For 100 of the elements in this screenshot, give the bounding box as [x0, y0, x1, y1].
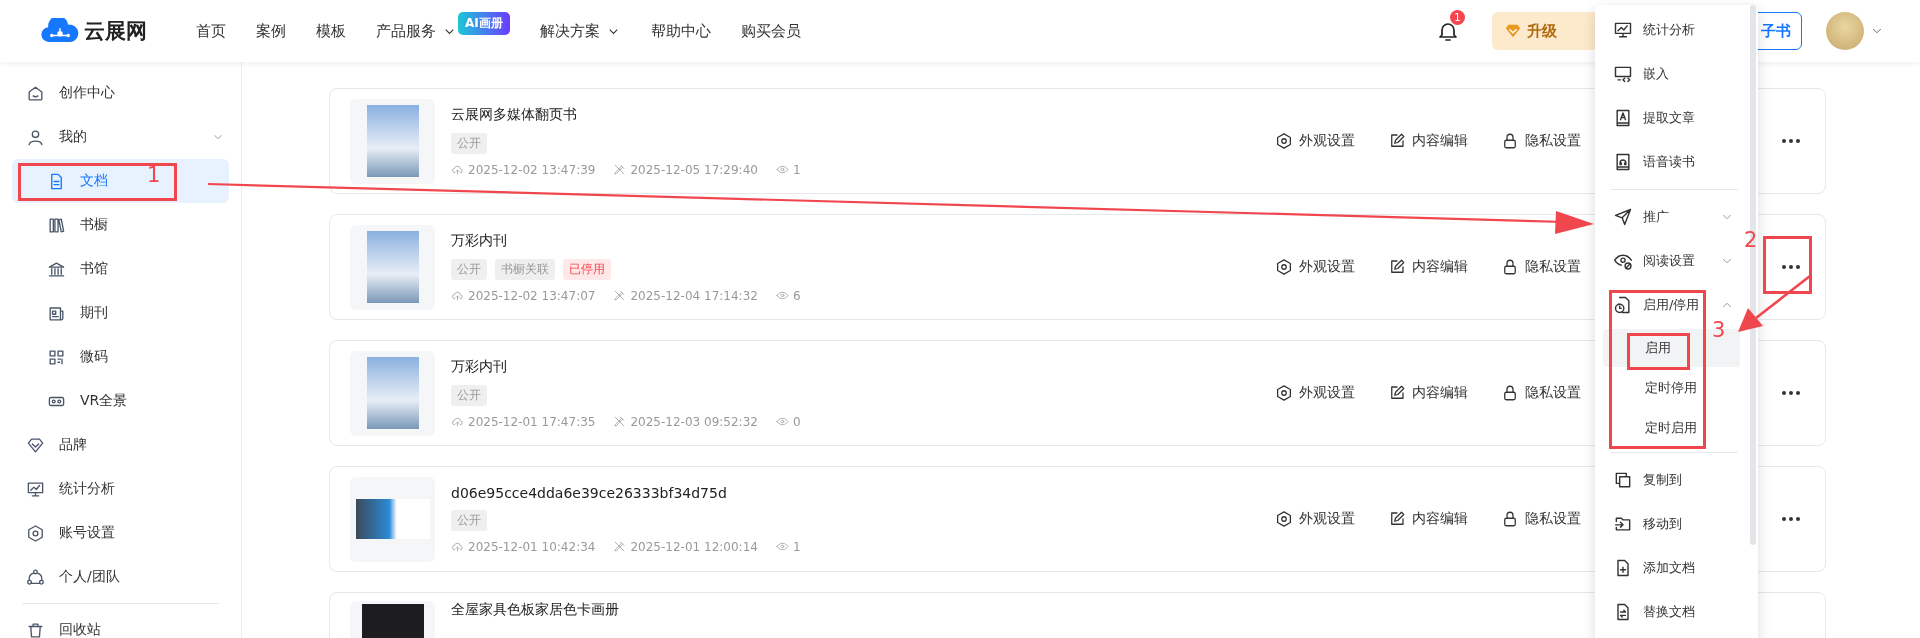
- sidebar-icon: [47, 347, 66, 367]
- cloud-logo-icon: [40, 18, 80, 44]
- action-link[interactable]: 隐私设置: [1501, 510, 1581, 528]
- sidebar-icon: [26, 83, 45, 103]
- action-link[interactable]: 内容编辑: [1388, 258, 1468, 276]
- sidebar-item[interactable]: 创作中心: [12, 71, 229, 115]
- action-link[interactable]: 内容编辑: [1388, 384, 1468, 402]
- eye-icon: [775, 415, 789, 428]
- cover-placeholder: [366, 105, 419, 177]
- nav-link[interactable]: 帮助中心: [650, 21, 711, 41]
- action-link[interactable]: 内容编辑: [1388, 132, 1468, 150]
- action-link[interactable]: 隐私设置: [1501, 384, 1581, 402]
- sidebar-item[interactable]: 期刊: [12, 291, 229, 335]
- action-link[interactable]: 外观设置: [1275, 510, 1355, 528]
- sidebar-item[interactable]: 账号设置: [12, 511, 229, 555]
- upload-cloud-icon: [451, 163, 464, 176]
- menu-icon: [1613, 470, 1633, 490]
- action-link[interactable]: 外观设置: [1275, 258, 1355, 276]
- pencil-icon: [613, 415, 627, 428]
- menu-item[interactable]: 嵌入: [1595, 52, 1758, 96]
- logo-text[interactable]: 云展网: [84, 17, 147, 45]
- upload-cloud-icon: [451, 540, 464, 553]
- action-link[interactable]: 隐私设置: [1501, 258, 1581, 276]
- status-tag: 公开: [451, 384, 487, 406]
- nav-link[interactable]: 模板: [316, 21, 346, 41]
- notification-count: 1: [1450, 10, 1465, 25]
- menu-item[interactable]: 语音读书: [1595, 140, 1758, 184]
- hexagon-icon: [1275, 258, 1293, 276]
- hexagon-icon: [1275, 384, 1293, 402]
- sidebar-item[interactable]: 我的: [12, 115, 229, 159]
- menu-icon: [1613, 108, 1633, 128]
- document-title[interactable]: d06e95cce4dda6e39ce26333bf34d75d: [451, 484, 819, 501]
- pencil-icon: [613, 163, 627, 176]
- menu-item[interactable]: 添加文档: [1595, 546, 1758, 590]
- menu-icon: [1613, 20, 1633, 40]
- cover-placeholder: [366, 231, 419, 303]
- edit-icon: [1388, 132, 1406, 150]
- modified-time: 2025-12-05 17:29:40: [630, 162, 758, 177]
- menu-item[interactable]: 替换文档: [1595, 590, 1758, 634]
- menu-icon: [1613, 295, 1633, 315]
- edit-icon: [1388, 258, 1406, 276]
- action-link[interactable]: 外观设置: [1275, 132, 1355, 150]
- lock-icon: [1501, 258, 1519, 276]
- view-count: 1: [792, 162, 801, 177]
- sidebar-item[interactable]: 微码: [12, 335, 229, 379]
- status-tag: 已停用: [563, 258, 611, 280]
- sidebar-item[interactable]: 书馆: [12, 247, 229, 291]
- status-tag: 书橱关联: [495, 258, 555, 280]
- lock-icon: [1501, 132, 1519, 150]
- nav-link[interactable]: 首页: [196, 21, 226, 41]
- submenu-item[interactable]: 定时停用: [1603, 369, 1740, 407]
- eye-icon: [775, 163, 789, 176]
- more-icon: [1781, 390, 1801, 396]
- sidebar-item[interactable]: 回收站: [12, 608, 229, 638]
- status-tag: 公开: [451, 258, 487, 280]
- sidebar-item[interactable]: 书橱: [12, 203, 229, 247]
- menu-item[interactable]: 复制到: [1595, 458, 1758, 502]
- hexagon-icon: [1275, 510, 1293, 528]
- document-title[interactable]: 万彩内刊: [451, 357, 819, 376]
- menu-item[interactable]: 提取文章: [1595, 96, 1758, 140]
- created-time: 2025-12-01 17:47:35: [468, 414, 596, 429]
- upload-cloud-icon: [451, 289, 464, 302]
- modified-time: 2025-12-03 09:52:32: [630, 414, 758, 429]
- view-count: 6: [792, 288, 801, 303]
- document-title[interactable]: 万彩内刊: [451, 231, 819, 250]
- created-time: 2025-12-01 10:42:34: [468, 539, 596, 554]
- action-link[interactable]: 外观设置: [1275, 384, 1355, 402]
- sidebar-icon: [26, 127, 45, 147]
- modified-time: 2025-12-01 12:00:14: [630, 539, 758, 554]
- lock-icon: [1501, 510, 1519, 528]
- sidebar-item[interactable]: 统计分析: [12, 467, 229, 511]
- action-link[interactable]: 隐私设置: [1501, 132, 1581, 150]
- sidebar-item[interactable]: 品牌: [12, 423, 229, 467]
- sidebar-item[interactable]: 个人/团队: [12, 555, 229, 599]
- menu-icon: [1613, 207, 1633, 227]
- modified-time: 2025-12-04 17:14:32: [630, 288, 758, 303]
- view-count: 1: [792, 539, 801, 554]
- sidebar-icon: [26, 620, 45, 638]
- diamond-icon: [1504, 22, 1522, 40]
- annotation-number: 2: [1744, 228, 1758, 252]
- sidebar-icon: [26, 479, 45, 499]
- cover-placeholder: [366, 357, 419, 429]
- sidebar-item[interactable]: VR全景: [12, 379, 229, 423]
- nav-link[interactable]: 案例: [256, 21, 286, 41]
- nav-link[interactable]: 产品服务: [376, 21, 436, 41]
- sidebar-icon: [47, 215, 66, 235]
- hexagon-icon: [1275, 132, 1293, 150]
- document-title[interactable]: 全屋家具色板家居色卡画册: [451, 601, 619, 619]
- view-count: 0: [792, 414, 801, 429]
- more-icon: [1781, 264, 1801, 270]
- nav-link[interactable]: 解决方案: [539, 21, 600, 41]
- document-title[interactable]: 云展网多媒体翻页书: [451, 105, 819, 124]
- nav-link[interactable]: 购买会员: [740, 21, 801, 41]
- pencil-icon: [613, 289, 627, 302]
- ai-badge: AI画册: [458, 11, 510, 35]
- submenu-item[interactable]: 定时启用: [1603, 409, 1740, 447]
- menu-icon: [1613, 64, 1633, 84]
- menu-item[interactable]: 移动到: [1595, 502, 1758, 546]
- action-link[interactable]: 内容编辑: [1388, 510, 1468, 528]
- annotation-box: [1763, 236, 1812, 294]
